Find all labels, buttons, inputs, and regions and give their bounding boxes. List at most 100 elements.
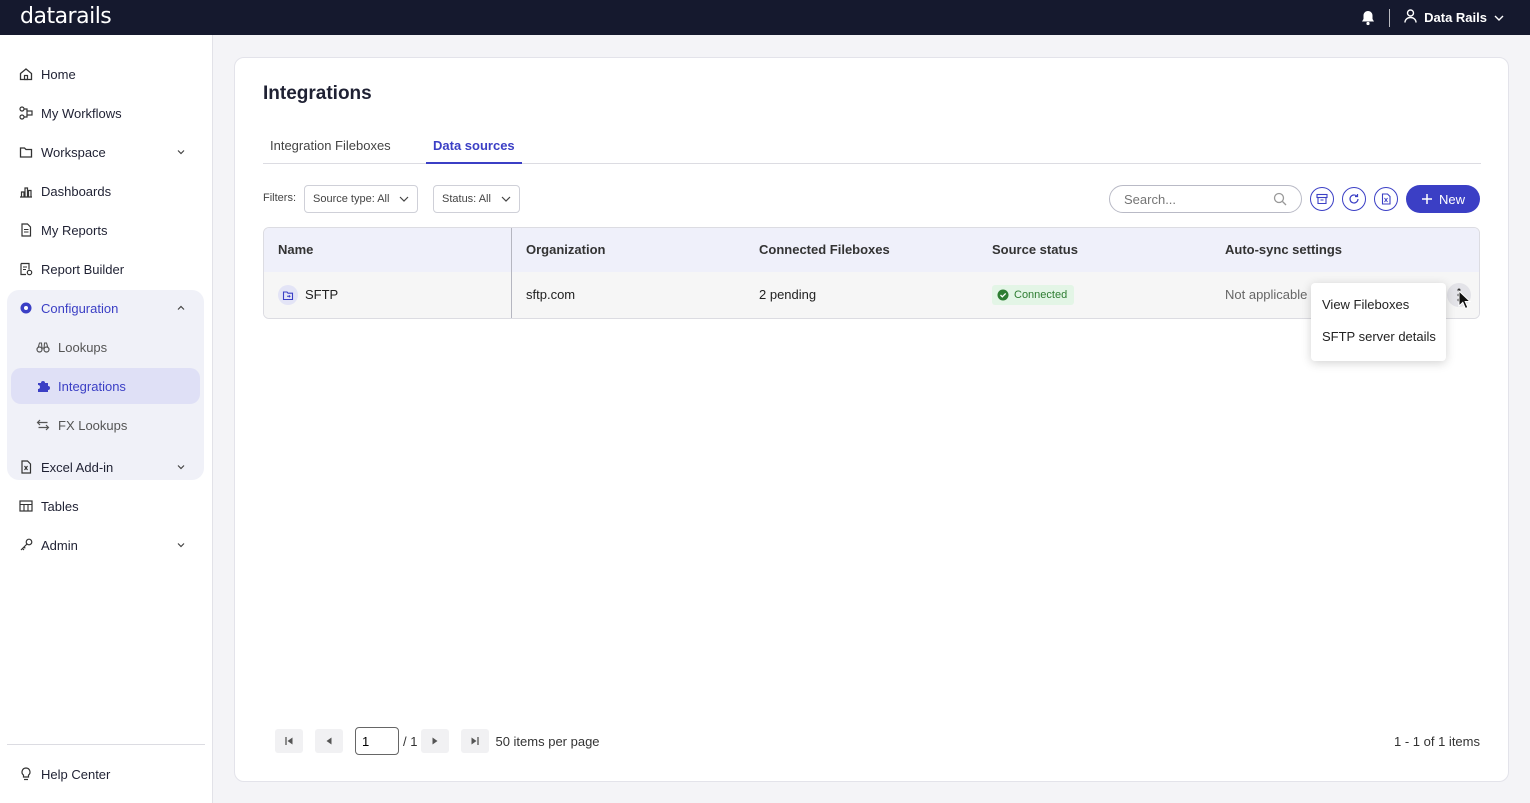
column-divider[interactable] [511,228,512,318]
excel-icon [1381,193,1391,205]
sidebar-item-my-reports[interactable]: My Reports [7,212,204,248]
sidebar-item-label: FX Lookups [58,417,128,433]
filters-label: Filters: [263,192,296,204]
cell-auto-sync: Not applicable [1225,287,1308,302]
sidebar-item-fx-lookups[interactable]: FX Lookups [7,407,204,443]
puzzle-icon [35,378,51,394]
divider [1389,8,1391,27]
refresh-button[interactable] [1342,187,1366,211]
sidebar-item-label: My Reports [41,222,108,238]
excel-icon [18,459,34,475]
sidebar-item-configuration[interactable]: Configuration [7,290,204,326]
column-header-name[interactable]: Name [278,242,313,257]
sidebar-item-label: Workspace [41,144,106,160]
sidebar-item-label: Admin [41,537,78,553]
cell-organization: sftp.com [526,287,576,302]
last-page-button[interactable] [461,729,490,753]
refresh-icon [1349,194,1359,204]
document-icon [18,222,34,238]
chevron-down-icon[interactable] [176,462,186,472]
column-header-source-status[interactable]: Source status [992,242,1078,257]
sidebar-item-label: Integrations [58,378,126,394]
user-menu[interactable]: Data Rails [1404,9,1504,26]
row-actions-menu: View Fileboxes SFTP server details [1311,283,1446,361]
archive-button[interactable] [1310,187,1334,211]
chevron-up-icon[interactable] [176,303,186,313]
sidebar-item-report-builder[interactable]: Report Builder [7,251,204,287]
cell-name[interactable]: SFTP [305,287,338,302]
source-type-filter[interactable]: Source type: All [304,185,419,213]
plus-icon [1421,194,1432,204]
menu-item-sftp-server-details[interactable]: SFTP server details [1311,320,1446,352]
main-card: Integrations Integration Fileboxes Data … [234,57,1509,782]
tab-integration-fileboxes[interactable]: Integration Fileboxes [263,138,398,164]
sidebar-item-integrations[interactable]: Integrations [11,368,200,404]
export-excel-button[interactable] [1374,187,1398,211]
last-page-icon [471,737,480,745]
sidebar-item-label: Dashboards [41,183,112,199]
search-icon[interactable] [1273,192,1287,206]
archive-icon [1316,193,1328,205]
first-page-button[interactable] [275,729,303,753]
sidebar-item-lookups[interactable]: Lookups [7,329,204,365]
items-count: 1 - 1 of 1 items [1394,734,1480,749]
status-filter[interactable]: Status: All [433,185,520,213]
data-sources-table: Name Organization Connected Fileboxes So… [263,227,1480,319]
table-icon [18,498,34,514]
sidebar-item-home[interactable]: Home [7,56,204,92]
sidebar-item-dashboards[interactable]: Dashboards [7,173,204,209]
check-circle-icon [997,289,1009,301]
sidebar-item-tables[interactable]: Tables [7,488,204,524]
sidebar: Home My Workflows Workspace Dashboards M… [0,35,213,803]
column-header-connected-fileboxes[interactable]: Connected Fileboxes [759,242,890,257]
sftp-source-icon [278,285,298,305]
next-page-icon [432,737,438,745]
user-icon [1404,9,1417,26]
bell-icon[interactable] [1361,10,1375,26]
sidebar-item-workspace[interactable]: Workspace [7,134,204,170]
sidebar-item-label: Report Builder [41,261,125,277]
new-button[interactable]: New [1406,185,1480,213]
sidebar-item-label: Home [41,66,76,82]
sidebar-divider [7,744,205,745]
user-name: Data Rails [1424,10,1487,25]
report-builder-icon [18,261,34,277]
items-per-page[interactable]: 50 items per page [495,734,599,749]
chevron-down-icon [400,196,409,202]
binoculars-icon [35,339,51,355]
mouse-cursor-icon [1458,290,1472,310]
sidebar-item-excel-add-in[interactable]: Excel Add-in [7,449,204,485]
search-input[interactable] [1124,191,1264,207]
sidebar-item-label: Excel Add-in [41,459,114,475]
table-row[interactable]: SFTP sftp.com 2 pending Connected Not ap… [264,272,1479,318]
folder-icon [18,144,34,160]
sidebar-item-admin[interactable]: Admin [7,527,204,563]
bar-chart-icon [18,183,34,199]
chevron-down-icon [1494,10,1504,25]
previous-page-button[interactable] [315,729,343,753]
tab-data-sources[interactable]: Data sources [426,138,522,164]
logo[interactable]: datarails [20,4,112,29]
top-bar: datarails Data Rails [0,0,1530,35]
first-page-icon [285,737,293,745]
next-page-button[interactable] [421,729,450,753]
sidebar-item-label: Help Center [41,766,111,782]
workflow-icon [18,105,34,121]
table-header: Name Organization Connected Fileboxes So… [264,228,1479,272]
column-header-auto-sync-settings[interactable]: Auto-sync settings [1225,242,1342,257]
source-type-filter-label: Source type: All [313,193,390,205]
gear-icon [18,300,34,316]
top-right-controls: Data Rails [1361,0,1504,35]
lightbulb-icon [18,766,34,782]
sidebar-item-my-workflows[interactable]: My Workflows [7,95,204,131]
sidebar-item-label: My Workflows [41,105,122,121]
pagination: / 1 50 items per page [275,727,600,755]
status-badge-label: Connected [1014,289,1068,301]
menu-item-view-fileboxes[interactable]: View Fileboxes [1311,288,1446,320]
cell-connected-fileboxes: 2 pending [759,287,817,302]
chevron-down-icon[interactable] [176,540,186,550]
sidebar-item-help-center[interactable]: Help Center [7,756,204,792]
column-header-organization[interactable]: Organization [526,242,605,257]
chevron-down-icon[interactable] [176,147,186,157]
page-number-input[interactable] [355,727,399,755]
